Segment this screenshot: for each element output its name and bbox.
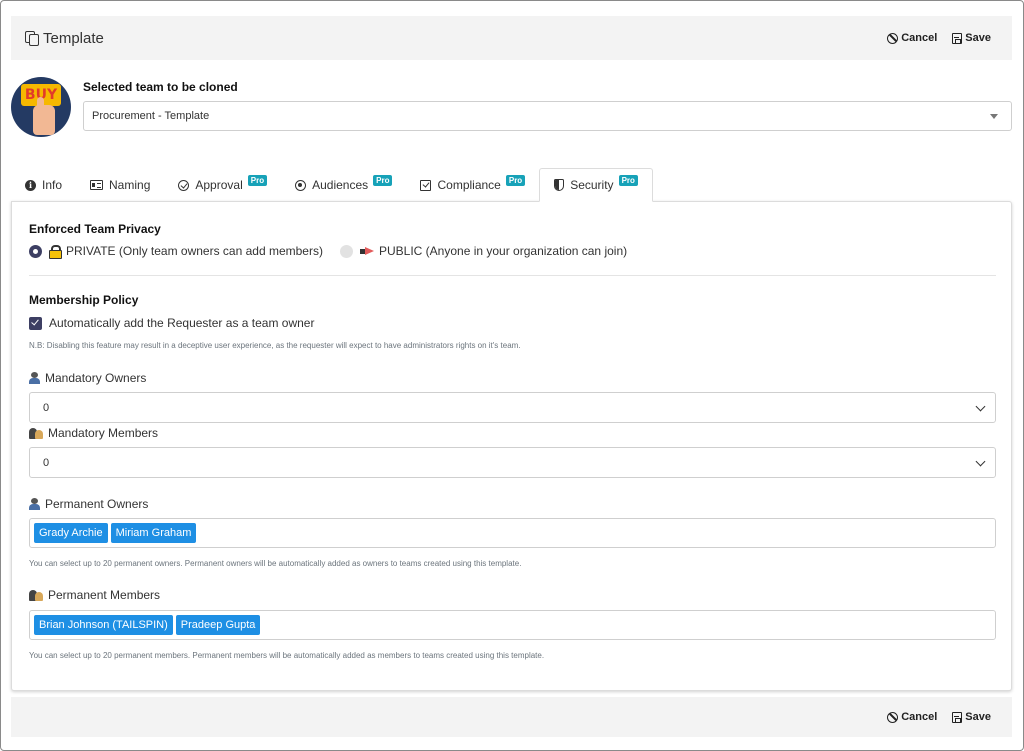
- member-chip[interactable]: Brian Johnson (TAILSPIN): [34, 615, 173, 635]
- tab-label: Approval: [195, 178, 243, 192]
- team-logo: BUY: [11, 77, 71, 137]
- owner-icon: [29, 372, 40, 384]
- section-divider: [29, 275, 996, 276]
- header-actions: Cancel Save: [887, 32, 991, 44]
- permanent-members-text: Permanent Members: [48, 588, 161, 602]
- permanent-owners-label: Permanent Owners: [29, 497, 148, 511]
- pro-badge: Pro: [505, 174, 526, 186]
- megaphone-icon: [359, 247, 374, 256]
- mandatory-owners-value: 0: [43, 401, 50, 414]
- floppy-disk-icon: [952, 711, 963, 723]
- id-card-icon: [90, 180, 104, 190]
- floppy-disk-icon: [952, 32, 963, 44]
- chevron-down-icon: [975, 401, 986, 412]
- page-title-text: Template: [43, 29, 104, 47]
- tab-info[interactable]: i Info: [11, 168, 76, 202]
- member-chip[interactable]: Pradeep Gupta: [175, 615, 261, 635]
- permanent-members-label: Permanent Members: [29, 588, 160, 602]
- auto-add-label: Automatically add the Requester as a tea…: [49, 316, 315, 330]
- team-select-value: Procurement - Template: [92, 110, 210, 122]
- cancel-button[interactable]: Cancel: [887, 32, 937, 44]
- mandatory-owners-select[interactable]: 0: [29, 392, 996, 423]
- check-circle-icon: [178, 179, 190, 191]
- pro-badge: Pro: [373, 174, 393, 186]
- tab-bar: i Info Naming Approval Pro Audiences Pro…: [11, 168, 653, 202]
- security-panel: Enforced Team Privacy PRIVATE (Only team…: [11, 201, 1012, 691]
- lock-icon: [49, 245, 62, 259]
- finger-graphic: [37, 97, 44, 111]
- tab-label: Compliance: [437, 178, 501, 192]
- mandatory-owners-text: Mandatory Owners: [45, 371, 147, 385]
- template-editor-window: Template Cancel Save BUY Selected team t…: [0, 0, 1024, 751]
- tab-audiences[interactable]: Audiences Pro: [281, 168, 406, 202]
- cancel-label: Cancel: [901, 711, 938, 723]
- privacy-title: Enforced Team Privacy: [29, 222, 161, 236]
- save-button[interactable]: Save: [952, 32, 991, 44]
- owner-icon: [29, 498, 40, 510]
- shield-icon: [554, 179, 565, 191]
- mandatory-owners-label: Mandatory Owners: [29, 371, 146, 385]
- cancel-label: Cancel: [901, 32, 938, 44]
- target-icon: [295, 179, 307, 191]
- cancel-button[interactable]: Cancel: [887, 711, 937, 723]
- page-title: Template: [25, 30, 104, 47]
- private-radio[interactable]: [29, 244, 42, 258]
- chevron-down-icon: [975, 456, 986, 467]
- tab-label: Naming: [109, 178, 151, 192]
- tab-naming[interactable]: Naming: [76, 168, 164, 202]
- public-radio[interactable]: [339, 244, 353, 258]
- caret-down-icon: [990, 114, 998, 119]
- mandatory-members-select[interactable]: 0: [29, 447, 996, 478]
- ban-icon: [887, 711, 899, 723]
- tab-label: Security: [570, 178, 614, 192]
- permanent-owners-picker[interactable]: Grady Archie Miriam Graham: [29, 518, 996, 548]
- copy-icon: [25, 30, 39, 46]
- auto-add-row: Automatically add the Requester as a tea…: [29, 316, 314, 330]
- privacy-options: PRIVATE (Only team owners can add member…: [29, 244, 628, 259]
- save-label: Save: [965, 711, 991, 723]
- tab-label: Audiences: [312, 178, 369, 192]
- mandatory-members-value: 0: [43, 456, 50, 469]
- owner-chip[interactable]: Grady Archie: [34, 523, 108, 543]
- private-label: PRIVATE (Only team owners can add member…: [66, 244, 323, 258]
- membership-title: Membership Policy: [29, 293, 139, 307]
- info-icon: i: [25, 179, 36, 191]
- pro-badge: Pro: [247, 174, 268, 186]
- permanent-members-help: You can select up to 20 permanent member…: [29, 651, 545, 660]
- tab-compliance[interactable]: Compliance Pro: [406, 168, 539, 202]
- team-select-label: Selected team to be cloned: [83, 80, 238, 94]
- ban-icon: [887, 32, 899, 44]
- header-bar: Template Cancel Save: [11, 16, 1012, 60]
- save-button[interactable]: Save: [952, 711, 991, 723]
- permanent-owners-text: Permanent Owners: [45, 497, 149, 511]
- members-icon: [29, 427, 43, 439]
- mandatory-members-text: Mandatory Members: [48, 426, 159, 440]
- auto-add-note: N.B: Disabling this feature may result i…: [29, 341, 521, 350]
- tab-security[interactable]: Security Pro: [539, 168, 653, 202]
- owner-chip[interactable]: Miriam Graham: [110, 523, 197, 543]
- footer-bar: Cancel Save: [11, 697, 1012, 737]
- pro-badge: Pro: [618, 174, 638, 186]
- members-icon: [29, 589, 43, 601]
- permanent-owners-help: You can select up to 20 permanent owners…: [29, 559, 522, 568]
- save-label: Save: [965, 32, 991, 44]
- team-select-dropdown[interactable]: Procurement - Template: [83, 101, 1012, 131]
- hand-graphic: [33, 105, 55, 135]
- tab-label: Info: [42, 178, 63, 192]
- permanent-members-picker[interactable]: Brian Johnson (TAILSPIN) Pradeep Gupta: [29, 610, 996, 640]
- footer-actions: Cancel Save: [887, 711, 991, 723]
- mandatory-members-label: Mandatory Members: [29, 426, 158, 440]
- auto-add-checkbox[interactable]: [29, 316, 42, 330]
- tab-approval[interactable]: Approval Pro: [164, 168, 281, 202]
- check-square-icon: [420, 179, 432, 191]
- public-label: PUBLIC (Anyone in your organization can …: [378, 244, 628, 258]
